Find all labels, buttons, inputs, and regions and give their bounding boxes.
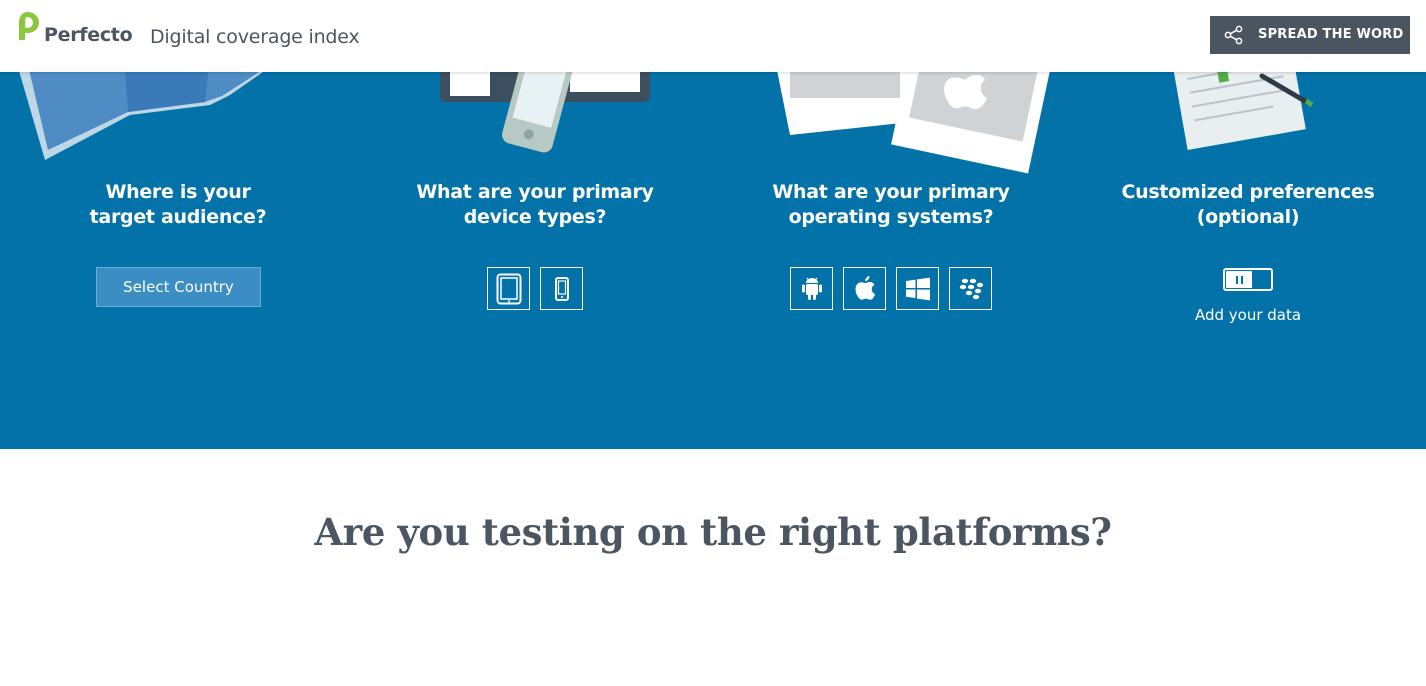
apple-icon xyxy=(855,275,875,300)
prefs-heading-line2: (optional) xyxy=(1196,206,1300,228)
perfecto-logo-icon xyxy=(19,12,39,40)
prefs-heading-line1: Customized preferences xyxy=(1121,181,1375,203)
logo-text: Perfecto xyxy=(44,24,133,46)
audience-heading: Where is your target audience? xyxy=(0,180,358,230)
devices-heading-line1: What are your primary xyxy=(416,181,654,203)
page-tagline: Are you testing on the right platforms? xyxy=(314,510,1112,554)
add-your-data-link[interactable]: Add your data xyxy=(1148,306,1348,324)
custom-data-toggle[interactable] xyxy=(1223,268,1273,291)
blackberry-icon xyxy=(959,278,983,299)
tablet-icon xyxy=(496,273,521,304)
toggle-knob xyxy=(1226,271,1252,288)
os-heading-line1: What are your primary xyxy=(772,181,1010,203)
top-bar: Perfecto Digital coverage index SPREAD T… xyxy=(0,0,1426,72)
apple-option[interactable] xyxy=(843,267,886,310)
android-option[interactable] xyxy=(790,267,833,310)
phone-icon xyxy=(554,276,569,301)
blackberry-option[interactable] xyxy=(949,267,992,310)
windows-icon xyxy=(905,277,930,300)
share-icon xyxy=(1224,25,1243,45)
audience-heading-line1: Where is your xyxy=(105,181,251,203)
os-heading: What are your primary operating systems? xyxy=(711,180,1071,230)
spread-button-label: SPREAD THE WORD xyxy=(1258,27,1404,42)
audience-heading-line2: target audience? xyxy=(89,206,267,228)
os-heading-line2: operating systems? xyxy=(788,206,994,228)
prefs-heading: Customized preferences (optional) xyxy=(1068,180,1426,230)
app-title: Digital coverage index xyxy=(150,26,360,48)
devices-heading-line2: device types? xyxy=(463,206,607,228)
android-icon xyxy=(801,277,822,300)
tablet-option[interactable] xyxy=(487,267,530,310)
devices-heading: What are your primary device types? xyxy=(355,180,715,230)
spread-the-word-button[interactable]: SPREAD THE WORD xyxy=(1210,16,1410,54)
select-country-button[interactable]: Select Country xyxy=(96,267,261,307)
phone-option[interactable] xyxy=(540,267,583,310)
perfecto-logo[interactable]: Perfecto xyxy=(14,10,144,50)
windows-option[interactable] xyxy=(896,267,939,310)
